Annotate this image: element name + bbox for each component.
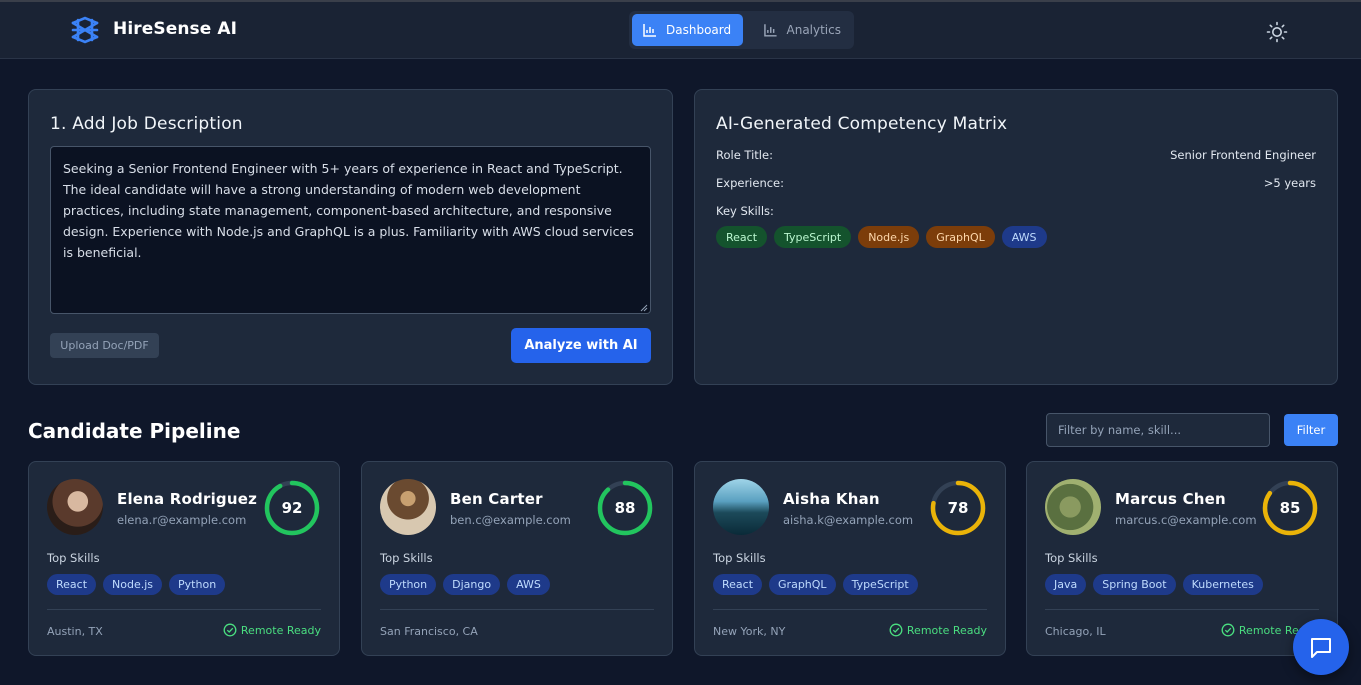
bar-chart-icon [764,24,777,37]
tab-dashboard[interactable]: Dashboard [632,14,743,46]
score-value: 92 [281,499,303,517]
experience-value: >5 years [1263,176,1316,190]
skill-tag: Python [169,574,226,595]
skill-tag: React [47,574,97,595]
skill-tag: Java [1045,574,1087,595]
candidate-skills: Python Django AWS [380,574,550,595]
job-description-textarea[interactable]: Seeking a Senior Frontend Engineer with … [50,146,651,314]
candidate-email: ben.c@example.com [450,513,571,527]
experience-row: Experience: >5 years [716,176,1316,190]
candidate-location: Chicago, IL [1045,625,1106,638]
resize-grip-icon[interactable] [640,304,648,312]
skill-tag: Spring Boot [1093,574,1176,595]
filter-input[interactable] [1046,413,1270,447]
skill-tag: Django [443,574,501,595]
candidate-skills: React GraphQL TypeScript [713,574,918,595]
skill-tag: AWS [507,574,550,595]
top-skills-label: Top Skills [1045,551,1098,565]
candidate-card[interactable]: Marcus Chen marcus.c@example.com 85 Top … [1026,461,1338,656]
candidate-card[interactable]: Ben Carter ben.c@example.com 88 Top Skil… [361,461,673,656]
role-value: Senior Frontend Engineer [1170,148,1316,162]
remote-ready-label: Remote Ready [240,623,321,637]
pipeline-title: Candidate Pipeline [28,419,241,443]
candidate-skills: React Node.js Python [47,574,226,595]
candidate-location: New York, NY [713,625,786,638]
top-skills-label: Top Skills [713,551,766,565]
remote-ready-label: Remote Ready [906,623,987,637]
chat-button[interactable] [1293,619,1349,675]
remote-ready-badge: Remote Ready [223,623,321,637]
analyze-button[interactable]: Analyze with AI [511,328,651,363]
divider [1045,609,1319,610]
competency-matrix-panel: AI-Generated Competency Matrix Role Titl… [694,89,1338,385]
candidate-skills: Java Spring Boot Kubernetes [1045,574,1263,595]
check-circle-icon [223,623,237,637]
top-skills-label: Top Skills [380,551,433,565]
divider [47,609,321,610]
job-description-panel: 1. Add Job Description Seeking a Senior … [28,89,673,385]
avatar [713,479,769,535]
skill-tag: Node.js [858,226,920,248]
remote-ready-badge: Remote Ready [889,623,987,637]
role-label: Role Title: [716,148,773,162]
chat-bubble-icon [1311,638,1331,658]
tab-analytics[interactable]: Analytics [753,14,851,46]
score-value: 78 [947,499,969,517]
candidate-email: marcus.c@example.com [1115,513,1257,527]
skill-tag: GraphQL [769,574,836,595]
top-header: HireSense AI Dashboard Analytics [0,2,1361,59]
tab-label: Analytics [786,23,842,37]
key-skills-label: Key Skills: [716,204,774,218]
skill-tag: React [713,574,763,595]
skill-tag: React [716,226,768,248]
skill-tag: TypeScript [774,226,852,248]
sun-icon[interactable] [1265,20,1289,44]
avatar [47,479,103,535]
candidate-email: elena.r@example.com [117,513,247,527]
candidate-card[interactable]: Aisha Khan aisha.k@example.com 78 Top Sk… [694,461,1006,656]
score-value: 88 [614,499,636,517]
skill-tag: TypeScript [842,574,918,595]
upload-doc-button[interactable]: Upload Doc/PDF [50,333,159,358]
skill-tag: AWS [1001,226,1047,248]
role-row: Role Title: Senior Frontend Engineer [716,148,1316,162]
candidate-name: Ben Carter [450,490,543,508]
candidate-location: Austin, TX [47,625,103,638]
divider [380,609,654,610]
candidate-name: Marcus Chen [1115,490,1226,508]
key-skills-list: React TypeScript Node.js GraphQL AWS [716,226,1047,248]
skill-tag: GraphQL [926,226,995,248]
tab-label: Dashboard [666,23,732,37]
candidate-card[interactable]: Elena Rodriguez elena.r@example.com 92 T… [28,461,340,656]
candidate-name: Aisha Khan [783,490,880,508]
candidate-name: Elena Rodriguez [117,490,258,508]
score-value: 85 [1279,499,1301,517]
filter-button[interactable]: Filter [1284,414,1338,446]
nav-tabs: Dashboard Analytics [629,11,854,49]
skill-tag: Python [380,574,437,595]
logo-icon [71,16,99,44]
experience-label: Experience: [716,176,785,190]
skill-tag: Node.js [103,574,163,595]
check-circle-icon [1221,623,1235,637]
candidate-location: San Francisco, CA [380,625,478,638]
divider [713,609,987,610]
candidate-email: aisha.k@example.com [783,513,914,527]
app-title: HireSense AI [113,19,238,39]
panel-title: AI-Generated Competency Matrix [716,114,1008,134]
bar-chart-icon [643,24,656,37]
avatar [380,479,436,535]
top-skills-label: Top Skills [47,551,100,565]
skill-tag: Kubernetes [1182,574,1263,595]
panel-title: 1. Add Job Description [50,114,243,134]
check-circle-icon [889,623,903,637]
avatar [1045,479,1101,535]
